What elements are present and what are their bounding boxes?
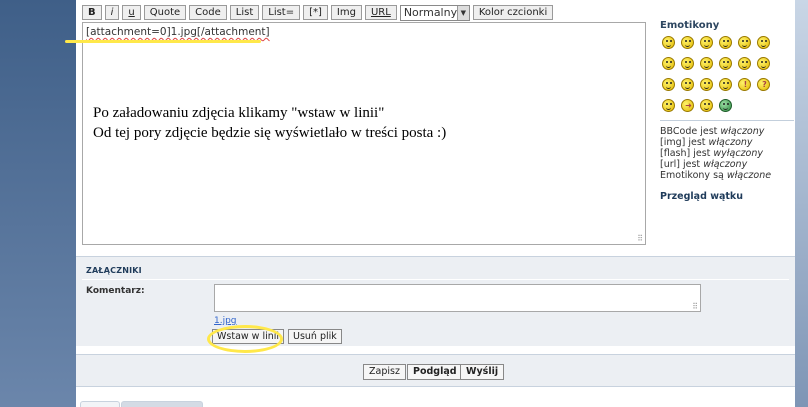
- underline-button[interactable]: u: [122, 5, 141, 20]
- attachments-divider: [82, 279, 789, 280]
- status-emoticons: Emotikony są włączone: [660, 170, 772, 181]
- status-bbcode: BBCode jest włączony: [660, 126, 765, 137]
- list-button[interactable]: List: [229, 5, 260, 20]
- comment-label: Komentarz:: [86, 286, 145, 296]
- bbcode-status-list: BBCode jest włączony [img] jest włączony…: [660, 126, 794, 181]
- url-button[interactable]: URL: [364, 5, 397, 20]
- cool-icon[interactable]: [662, 57, 675, 70]
- status-url: [url] jest włączony: [660, 159, 748, 170]
- annotation-line-1: Po załadowaniu zdjęcia klikamy "wstaw w …: [93, 105, 385, 121]
- attachment-comment-field[interactable]: ⠿: [214, 284, 701, 312]
- confused-icon[interactable]: [757, 36, 770, 49]
- bottom-tab-active[interactable]: [80, 401, 120, 407]
- bottom-tab-inactive[interactable]: [121, 401, 203, 407]
- code-button[interactable]: Code: [189, 5, 227, 20]
- preview-button[interactable]: Podgląd: [407, 364, 463, 380]
- grin-icon[interactable]: [681, 36, 694, 49]
- mad-icon[interactable]: [700, 57, 713, 70]
- chevron-down-icon: ▼: [456, 5, 469, 20]
- cry-icon[interactable]: [757, 57, 770, 70]
- smile-icon[interactable]: [662, 36, 675, 49]
- surprised-icon[interactable]: [719, 36, 732, 49]
- editor-sidebar: Emotikony ! ? ➜ BBCode jest włączony [im…: [660, 20, 794, 202]
- shocked-icon[interactable]: [738, 36, 751, 49]
- annotation-line-2: Od tej pory zdjęcie będzie się wyświetla…: [93, 125, 447, 141]
- arrow-icon[interactable]: ➜: [681, 99, 694, 112]
- emoticons-heading: Emotikony: [660, 20, 720, 31]
- save-button[interactable]: Zapisz: [363, 364, 406, 380]
- emoticons-grid: ! ? ➜: [662, 36, 794, 112]
- status-flash: [flash] jest wyłączony: [660, 148, 764, 159]
- font-size-select[interactable]: Normalny ▼: [399, 4, 470, 21]
- delete-file-button[interactable]: Usuń plik: [288, 329, 342, 344]
- neutral-icon[interactable]: [700, 99, 713, 112]
- font-color-button[interactable]: Kolor czcionki: [472, 5, 554, 20]
- page-frame-left: [0, 0, 76, 407]
- submit-panel: Zapisz Podgląd Wyślij: [76, 354, 795, 387]
- topic-review-link[interactable]: Przegląd wątku: [660, 191, 743, 202]
- sidebar-divider: [660, 120, 794, 121]
- wink-icon[interactable]: [719, 78, 732, 91]
- attachments-heading: ZAŁĄCZNIKI: [86, 266, 142, 275]
- page-frame-right: [795, 0, 808, 407]
- resize-handle-icon[interactable]: ⠿: [692, 302, 698, 311]
- embarrassed-icon[interactable]: [738, 57, 751, 70]
- attachments-panel: ZAŁĄCZNIKI Komentarz: ⠿ 1.jpg Wstaw w li…: [76, 256, 795, 346]
- attachment-file-link[interactable]: 1.jpg: [214, 316, 237, 326]
- quote-button[interactable]: Quote: [143, 5, 187, 20]
- bold-button[interactable]: B: [82, 5, 102, 20]
- list-item-button[interactable]: [*]: [303, 5, 328, 20]
- status-img: [img] jest włączony: [660, 137, 753, 148]
- font-size-value: Normalny: [403, 5, 458, 19]
- evil-icon[interactable]: [662, 78, 675, 91]
- idea-icon[interactable]: [662, 99, 675, 112]
- yellow-underline-annotation: [65, 40, 261, 43]
- tutorial-annotation: Po załadowaniu zdjęcia klikamy "wstaw w …: [93, 103, 446, 143]
- laugh-icon[interactable]: [681, 57, 694, 70]
- mr-green-icon[interactable]: [719, 99, 732, 112]
- razz-icon[interactable]: [719, 57, 732, 70]
- exclamation-icon[interactable]: !: [738, 78, 751, 91]
- resize-handle-icon[interactable]: ⠿: [637, 234, 643, 243]
- question-icon[interactable]: ?: [757, 78, 770, 91]
- italic-button[interactable]: i: [104, 5, 120, 20]
- img-button[interactable]: Img: [330, 5, 362, 20]
- editor-content: [attachment=0]1.jpg[/attachment]: [86, 26, 270, 38]
- roll-eyes-icon[interactable]: [700, 78, 713, 91]
- bbcode-toolbar: B i u Quote Code List List= [*] Img URL …: [82, 4, 554, 21]
- sad-icon[interactable]: [700, 36, 713, 49]
- yellow-circle-annotation: [207, 325, 283, 353]
- send-button[interactable]: Wyślij: [460, 364, 505, 380]
- ordered-list-button[interactable]: List=: [262, 5, 301, 20]
- twisted-icon[interactable]: [681, 78, 694, 91]
